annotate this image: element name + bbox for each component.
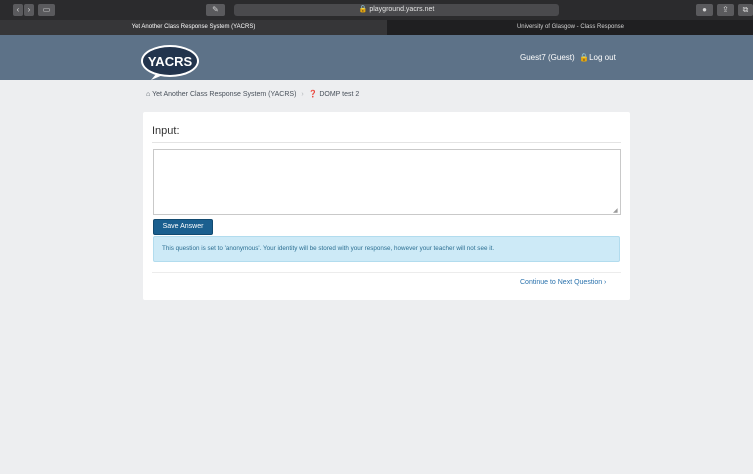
lock-icon: 🔒 [576,53,590,62]
yacrs-logo[interactable]: YACRS [139,43,201,81]
save-answer-button[interactable]: Save Answer [153,219,213,235]
resize-handle-icon[interactable]: ◢ [613,207,618,214]
user-name: Guest7 (Guest) [520,53,575,62]
anonymous-notice: This question is set to 'anonymous'. You… [153,236,620,262]
home-icon: ⌂ [146,91,151,98]
address-bar[interactable]: 🔒 playground.yacrs.net [234,4,559,16]
logo-text: YACRS [148,54,193,69]
extension-button[interactable]: ✎ [206,4,225,16]
question-title: Input: [152,125,180,137]
tabs-button[interactable]: ⧉ [738,4,753,16]
share-button[interactable]: ⇪ [717,4,734,16]
address-text: playground.yacrs.net [369,6,435,13]
question-icon: ❓ [308,91,318,98]
breadcrumb: ⌂ Yet Another Class Response System (YAC… [146,89,359,101]
browser-toolbar: ‹ › ▭ ✎ 🔒 playground.yacrs.net ● ⇪ ⧉ [0,0,753,20]
divider [152,272,621,273]
browser-tab-bar: Yet Another Class Response System (YACRS… [0,20,753,35]
lock-icon: 🔒 [358,6,368,13]
divider [152,142,621,143]
download-button[interactable]: ● [696,4,713,16]
forward-button[interactable]: › [24,4,34,16]
tab-yacrs[interactable]: Yet Another Class Response System (YACRS… [0,20,387,35]
breadcrumb-home-link[interactable]: Yet Another Class Response System (YACRS… [152,91,296,98]
answer-textarea[interactable] [153,149,621,215]
breadcrumb-current: DOMP test 2 [319,91,360,98]
tab-glasgow[interactable]: University of Glasgow - Class Response [388,20,753,35]
site-header [0,35,753,80]
breadcrumb-separator: › [301,91,304,98]
back-button[interactable]: ‹ [13,4,23,16]
tab-label: University of Glasgow - Class Response [516,24,625,30]
sidebar-toggle-button[interactable]: ▭ [38,4,55,16]
user-menu: Guest7 (Guest) 🔒Log out [520,51,616,65]
tab-label: Yet Another Class Response System (YACRS… [131,24,256,30]
continue-next-link[interactable]: Continue to Next Question › [520,279,606,286]
logout-link[interactable]: Log out [589,53,616,62]
